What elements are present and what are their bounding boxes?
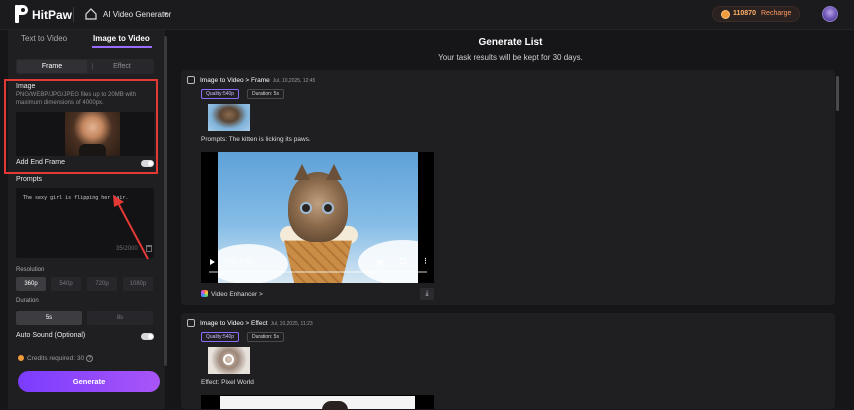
source-thumbnail[interactable] [208, 104, 250, 131]
uploaded-image-thumbnail [65, 112, 120, 156]
result-card: Image to Video > Frame Jul, 10,2025, 12:4… [181, 70, 835, 305]
credits-balance: 110870 [733, 10, 756, 17]
card-effect: Effect: Pixel World [201, 379, 254, 386]
kitten-eye [300, 202, 312, 214]
recharge-link[interactable]: Recharge [761, 10, 791, 17]
header-divider [73, 7, 74, 22]
tool-name[interactable]: AI Video Generator [103, 10, 171, 19]
resolution-label: Resolution [16, 267, 45, 273]
main-scrollbar[interactable] [836, 76, 839, 111]
more-options-icon[interactable]: ⋮ [422, 257, 429, 265]
video-player[interactable]: 0:00 / 0:05 ◀) ⋮ [201, 152, 434, 283]
auto-sound-label: Auto Sound (Optional) [16, 332, 86, 339]
result-card: Image to Video > Effect Jul, 10,2025, 11:… [181, 313, 835, 410]
duration-5s-button[interactable]: 5s [16, 311, 82, 325]
card-title: Image to Video > Frame Jul, 10,2025, 12:4… [200, 77, 315, 84]
zoom-icon[interactable] [223, 354, 234, 365]
duration-badge: Duration: 5s [247, 89, 284, 99]
generate-button[interactable]: Generate [18, 371, 160, 392]
card-prompt: Prompts: The kitten is licking its paws. [201, 136, 311, 143]
kitten-ear [326, 164, 342, 180]
card-date: Jul, 10,2025, 11:23 [270, 321, 313, 327]
left-panel: Text to Video Image to Video Frame Effec… [4, 30, 165, 409]
top-header: HitPaw AI Video Generator ▾ 110870 Recha… [0, 0, 854, 30]
image-upload-area[interactable] [16, 112, 154, 156]
res-540p-button[interactable]: 540p [51, 277, 81, 291]
page-subtitle: Your task results will be kept for 30 da… [438, 53, 583, 62]
video-enhancer-label: Video Enhancer > [211, 291, 263, 298]
help-icon[interactable]: ? [86, 355, 94, 362]
card-title-text: Image to Video > Effect [200, 320, 268, 327]
res-1080p-button[interactable]: 1080p [123, 277, 153, 291]
prompts-label: Prompts [16, 176, 43, 183]
page-title: Generate List [478, 37, 543, 48]
credits-pill[interactable]: 110870 Recharge [712, 6, 800, 22]
download-icon[interactable]: ⤓ [420, 288, 434, 300]
duration-badge: Duration: 5s [247, 332, 284, 342]
kitten-figure [288, 164, 348, 242]
duration-8s-button[interactable]: 8s [87, 311, 153, 325]
res-720p-button[interactable]: 720p [87, 277, 117, 291]
add-end-frame-label: Add End Frame [16, 159, 66, 166]
video-enhancer-link[interactable]: Video Enhancer > [201, 290, 263, 298]
quality-badge: Quality:540p [201, 332, 240, 342]
card-title-text: Image to Video > Frame [200, 77, 270, 84]
video-player[interactable] [201, 395, 434, 410]
hitpaw-logo[interactable] [15, 5, 28, 23]
video-progress-bar[interactable] [209, 271, 427, 273]
duration-label: Duration [16, 298, 39, 304]
video-enhancer-icon [201, 290, 208, 297]
video-time: 0:00 / 0:05 [223, 259, 252, 265]
volume-icon[interactable]: ◀) [376, 258, 384, 266]
video-frame [220, 396, 415, 410]
left-scrollbar[interactable] [164, 36, 167, 366]
res-360p-button[interactable]: 360p [16, 277, 46, 291]
card-title: Image to Video > Effect Jul, 10,2025, 11:… [200, 320, 313, 327]
card-date: Jul, 10,2025, 12:45 [272, 78, 316, 84]
credits-required-text: Credits required: 30 [27, 355, 85, 362]
image-to-video-icon [187, 76, 195, 84]
fullscreen-icon[interactable] [400, 258, 406, 264]
brand-name: HitPaw [32, 8, 73, 22]
user-avatar[interactable] [822, 6, 838, 22]
annotation-arrow-icon [113, 195, 149, 260]
image-label: Image [16, 83, 36, 90]
quality-badge: Quality:540p [201, 89, 240, 99]
add-end-frame-toggle[interactable] [141, 160, 154, 167]
chevron-down-icon[interactable]: ▾ [164, 10, 168, 18]
kitten-ear [294, 164, 310, 180]
image-to-video-icon [187, 319, 195, 327]
play-icon[interactable] [210, 259, 215, 265]
credits-required: Credits required: 30? [18, 355, 94, 362]
home-icon[interactable] [85, 8, 97, 20]
coin-icon [18, 355, 24, 361]
kitten-eye [322, 202, 334, 214]
image-hint: PNG/WEBP/JPG/JPEG files up to 20MB with … [16, 92, 137, 106]
coin-icon [721, 10, 730, 19]
auto-sound-toggle[interactable] [141, 333, 154, 340]
video-controls: 0:00 / 0:05 ◀) ⋮ [201, 253, 434, 283]
